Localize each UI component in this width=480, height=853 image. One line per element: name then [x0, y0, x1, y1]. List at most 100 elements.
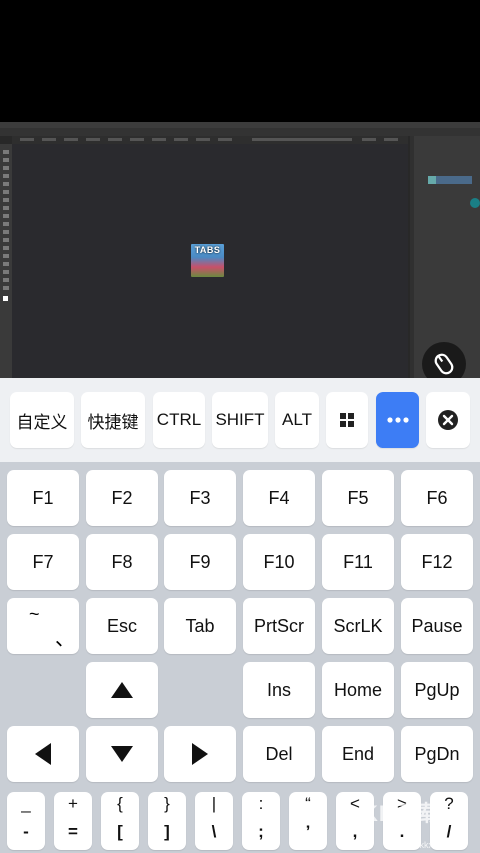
watermark-logo: KK下载 [362, 801, 442, 826]
more-key[interactable] [376, 392, 419, 448]
key-f5[interactable]: F5 [322, 470, 394, 526]
key-equals[interactable]: + = [54, 792, 92, 850]
key-pause[interactable]: Pause [401, 598, 473, 654]
key-f10-label: F10 [263, 551, 295, 572]
arrow-up-icon [111, 682, 133, 698]
key-right-bracket-bottom: ] [164, 822, 170, 841]
close-keyboard-button[interactable] [426, 392, 470, 448]
key-minus-bottom: - [23, 822, 29, 841]
key-pause-label: Pause [411, 615, 463, 636]
key-pgup[interactable]: PgUp [401, 662, 473, 718]
watermark-url: www.kkx.net [398, 840, 449, 850]
key-right-bracket-top: } [164, 794, 170, 813]
key-pgup-label: PgUp [414, 679, 460, 700]
ps-document-tabs [12, 136, 408, 144]
key-f8[interactable]: F8 [86, 534, 158, 590]
key-f7[interactable]: F7 [7, 534, 79, 590]
key-quote-bottom: ’ [305, 822, 311, 841]
key-f6-label: F6 [426, 487, 448, 508]
key-f1[interactable]: F1 [7, 470, 79, 526]
close-circle-icon [438, 410, 458, 430]
arrow-down-icon [111, 746, 133, 762]
windows-icon [340, 413, 354, 427]
key-backslash-bottom: \ [211, 822, 217, 841]
key-tab-label: Tab [185, 615, 215, 636]
key-f11-label: F11 [343, 551, 373, 572]
thumbnail-title: TABS [194, 245, 221, 255]
key-f11[interactable]: F11 [322, 534, 394, 590]
key-tilde[interactable]: ~ 、 [7, 598, 79, 654]
key-f9[interactable]: F9 [164, 534, 236, 590]
key-pgdn-label: PgDn [414, 743, 460, 764]
key-semicolon[interactable]: :; [242, 792, 280, 850]
key-f8-label: F8 [111, 551, 133, 572]
ps-options-bar [0, 128, 480, 136]
key-prtscr-label: PrtScr [253, 615, 304, 636]
custom-key[interactable]: 自定义 [10, 392, 74, 448]
ctrl-key[interactable]: CTRL [153, 392, 205, 448]
key-quote-top: “ [305, 794, 311, 813]
key-right-bracket[interactable]: }] [148, 792, 186, 850]
arrow-right-icon [192, 743, 208, 765]
key-f3[interactable]: F3 [164, 470, 236, 526]
image-thumbnail: TABS [191, 244, 224, 277]
key-f4-label: F4 [268, 487, 290, 508]
shift-key-label: SHIFT [215, 410, 265, 429]
key-scrlk[interactable]: ScrLK [322, 598, 394, 654]
key-semicolon-bottom: ; [258, 822, 264, 841]
key-left-bracket[interactable]: {[ [101, 792, 139, 850]
virtual-keyboard: 自定义 快捷键 CTRL SHIFT ALT F1 F2 F3 F4 F5 F6… [0, 378, 480, 853]
mouse-icon [434, 353, 454, 375]
ps-tools-panel [0, 144, 12, 378]
shift-key[interactable]: SHIFT [212, 392, 268, 448]
arrow-left-icon [35, 743, 51, 765]
key-tilde-bottom: 、 [55, 628, 75, 650]
key-arrow-left[interactable] [7, 726, 79, 782]
keyboard-toolbar: 自定义 快捷键 CTRL SHIFT ALT [0, 378, 480, 462]
key-del[interactable]: Del [243, 726, 315, 782]
key-ins[interactable]: Ins [243, 662, 315, 718]
key-prtscr[interactable]: PrtScr [243, 598, 315, 654]
key-backslash-top: | [211, 794, 217, 813]
key-pgdn[interactable]: PgDn [401, 726, 473, 782]
key-esc[interactable]: Esc [86, 598, 158, 654]
key-tab[interactable]: Tab [164, 598, 236, 654]
key-f1-label: F1 [32, 487, 54, 508]
alt-key-label: ALT [282, 410, 312, 429]
key-end[interactable]: End [322, 726, 394, 782]
key-home[interactable]: Home [322, 662, 394, 718]
custom-key-label: 自定义 [16, 412, 68, 432]
key-f4[interactable]: F4 [243, 470, 315, 526]
key-arrow-down[interactable] [86, 726, 158, 782]
key-f7-label: F7 [32, 551, 54, 572]
key-f9-label: F9 [189, 551, 211, 572]
key-ins-label: Ins [266, 679, 291, 700]
key-arrow-up[interactable] [86, 662, 158, 718]
shortcut-key[interactable]: 快捷键 [81, 392, 145, 448]
more-dots-icon [386, 417, 409, 423]
key-f2[interactable]: F2 [86, 470, 158, 526]
key-f6[interactable]: F6 [401, 470, 473, 526]
key-f5-label: F5 [347, 487, 369, 508]
key-f2-label: F2 [111, 487, 133, 508]
key-left-bracket-bottom: [ [117, 822, 123, 841]
key-left-bracket-top: { [117, 794, 123, 813]
key-f10[interactable]: F10 [243, 534, 315, 590]
key-backslash[interactable]: | \ [195, 792, 233, 850]
key-f12-label: F12 [421, 551, 453, 572]
key-scrlk-label: ScrLK [333, 615, 383, 636]
key-quote[interactable]: “’ [289, 792, 327, 850]
ctrl-key-label: CTRL [156, 410, 202, 429]
key-minus[interactable]: _ - [7, 792, 45, 850]
shortcut-key-label: 快捷键 [87, 412, 139, 432]
alt-key[interactable]: ALT [275, 392, 319, 448]
key-tilde-top: ~ [29, 604, 40, 624]
remote-desktop-view[interactable] [0, 122, 480, 378]
key-f12[interactable]: F12 [401, 534, 473, 590]
key-arrow-right[interactable] [164, 726, 236, 782]
windows-key[interactable] [326, 392, 368, 448]
side-indicator-icon [470, 198, 480, 208]
key-f3-label: F3 [189, 487, 211, 508]
key-equals-top: + [68, 794, 78, 813]
key-esc-label: Esc [106, 615, 137, 636]
